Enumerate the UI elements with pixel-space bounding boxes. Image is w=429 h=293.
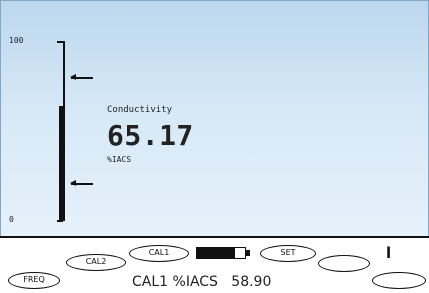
- status-value: 58.90: [231, 274, 272, 290]
- freq-softkey[interactable]: FREQ: [8, 272, 60, 289]
- reading-value: 65.17: [107, 119, 194, 152]
- cal1-softkey[interactable]: CAL1: [129, 245, 189, 262]
- lower-limit-arrow-icon: [70, 180, 93, 186]
- set-softkey[interactable]: SET: [260, 245, 316, 262]
- scale-top-tick: [57, 41, 63, 43]
- display-screen: 100 0 Conductivity 65.17 %IACS: [0, 0, 429, 237]
- battery-level: [197, 248, 236, 258]
- scale-min-label: 0: [9, 215, 14, 224]
- scale-max-label: 100: [9, 36, 24, 45]
- reading-label: Conductivity: [107, 105, 173, 115]
- conductivity-level-bar: [59, 106, 65, 221]
- status-line: CAL1 %IACS 58.90: [132, 274, 271, 290]
- reading-unit: %IACS: [107, 155, 132, 164]
- cal2-softkey[interactable]: CAL2: [66, 254, 126, 271]
- upper-limit-arrow-icon: [70, 74, 93, 80]
- battery-tip: [246, 250, 250, 256]
- blank-softkey-2[interactable]: [372, 272, 426, 289]
- softkey-divider: [0, 236, 429, 238]
- probe-status-icon: ꞁ: [386, 241, 392, 259]
- battery-icon: [196, 247, 246, 259]
- blank-softkey-1[interactable]: [318, 255, 370, 272]
- status-mode: CAL1 %IACS: [132, 274, 218, 290]
